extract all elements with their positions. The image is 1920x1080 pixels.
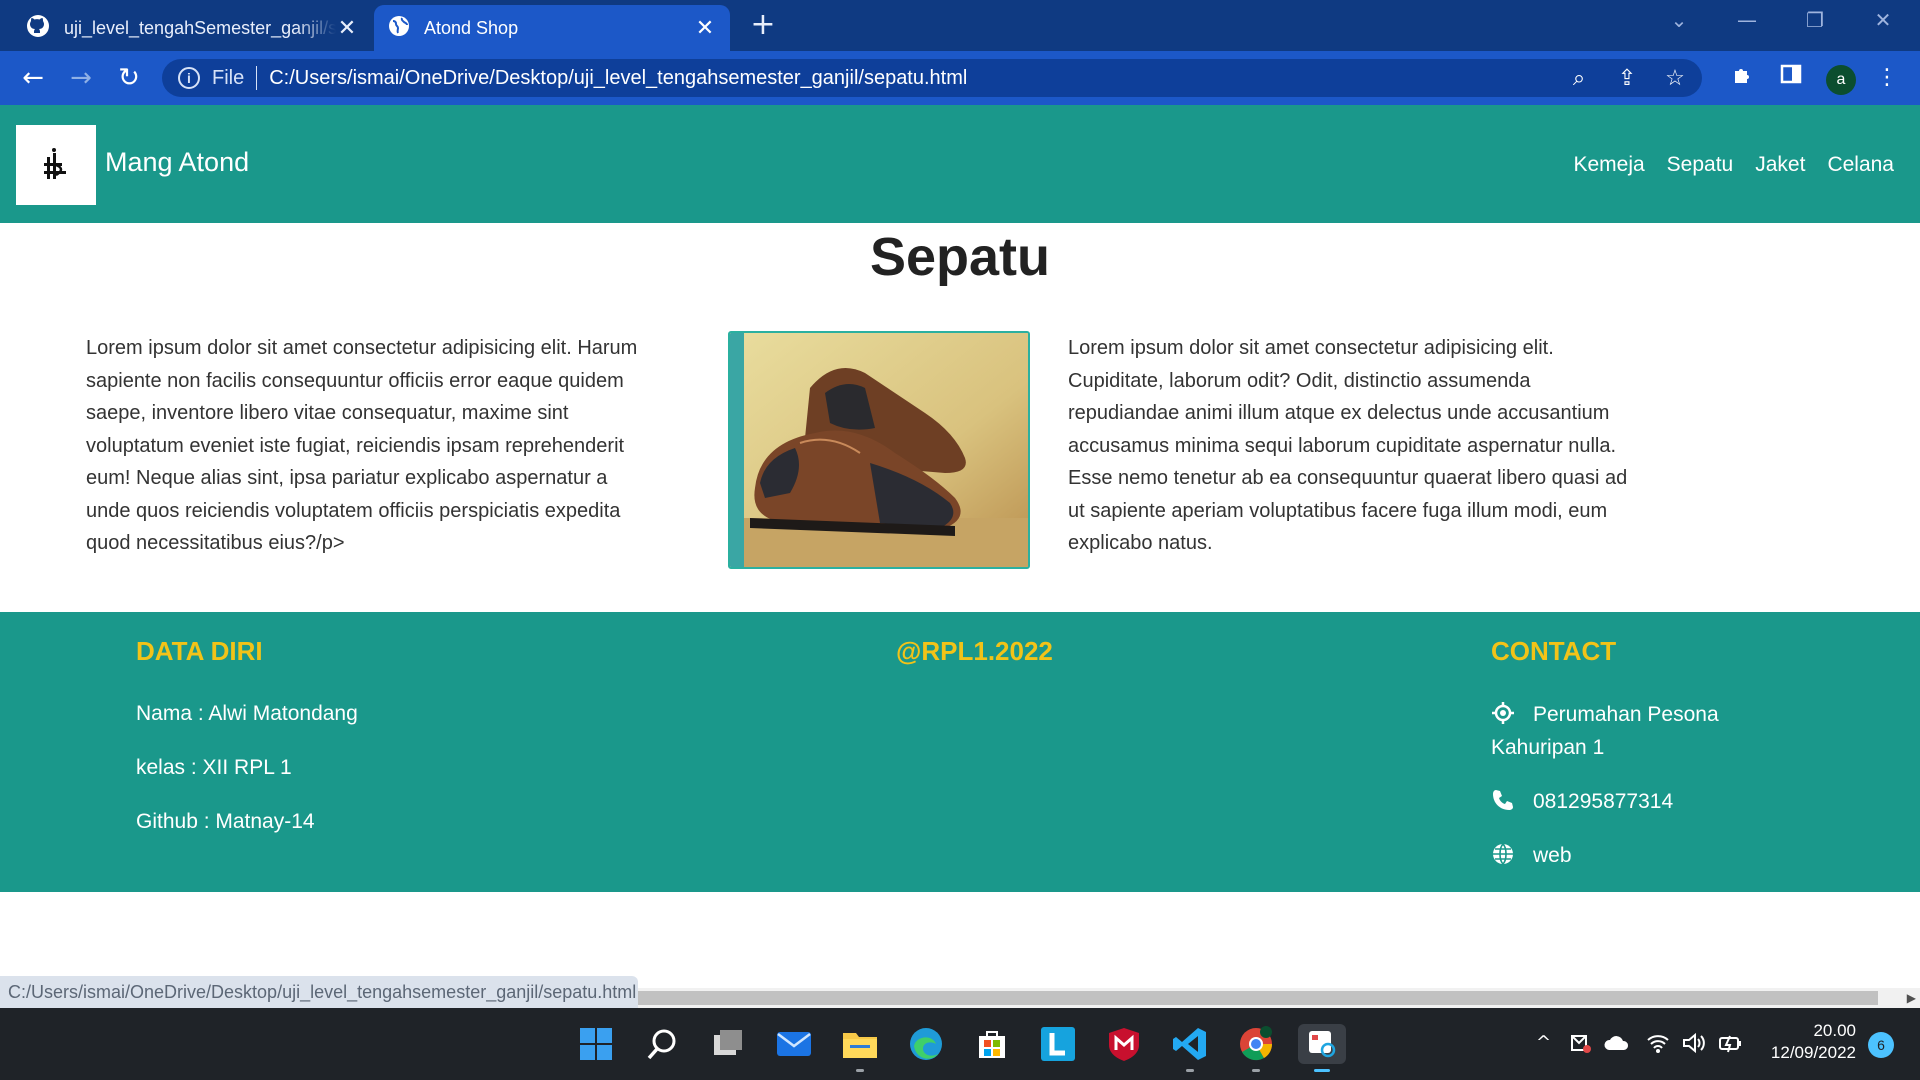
system-clock[interactable]: 20.00 12/09/2022 <box>1771 1020 1856 1064</box>
chrome-icon[interactable] <box>1236 1024 1276 1072</box>
running-indicator <box>1186 1069 1194 1072</box>
site-navbar: Mang Atond Kemeja Sepatu Jaket Celana <box>0 105 1920 223</box>
phone-text: 081295877314 <box>1533 790 1674 813</box>
active-indicator <box>1314 1069 1330 1072</box>
page-title: Sepatu <box>869 227 1051 287</box>
l-app-icon[interactable] <box>1038 1024 1078 1064</box>
snipping-tool-icon[interactable] <box>1298 1024 1346 1072</box>
shoe-product-image <box>728 331 1030 569</box>
vscode-icon[interactable] <box>1170 1024 1210 1072</box>
github-text: Github : Matnay-14 <box>136 810 315 833</box>
data-diri-heading: DATA DIRI <box>136 636 263 666</box>
nama-text: Nama : Alwi Matondang <box>136 702 358 725</box>
clock-date: 12/09/2022 <box>1770 1043 1856 1062</box>
edge-icon[interactable] <box>906 1024 946 1064</box>
search-icon[interactable] <box>642 1024 682 1064</box>
phone-icon <box>1493 790 1513 810</box>
tab-github[interactable]: uji_level_tengahSemester_ganjil/s ✕ <box>12 5 372 51</box>
close-icon[interactable]: ✕ <box>336 15 358 41</box>
clock-time: 20.00 <box>1813 1021 1856 1040</box>
globe-icon <box>388 15 410 42</box>
running-indicator <box>1252 1069 1260 1072</box>
bookmark-star-icon[interactable]: ☆ <box>1662 65 1688 91</box>
nav-link-sepatu[interactable]: Sepatu <box>1667 153 1734 177</box>
notification-badge[interactable]: 6 <box>1868 1032 1894 1058</box>
copyright-heading: @RPL1.2022 <box>896 636 1053 666</box>
running-indicator <box>856 1069 864 1072</box>
github-icon <box>26 14 50 43</box>
close-icon[interactable]: ✕ <box>694 15 716 41</box>
globe-icon <box>1493 843 1513 865</box>
windows-taskbar <box>0 1008 1920 1080</box>
reload-button[interactable]: ↻ <box>114 63 144 93</box>
tab-title: uji_level_tengahSemester_ganjil/s <box>64 17 336 38</box>
brand-name[interactable]: Mang Atond <box>105 147 249 178</box>
mail-notification-icon[interactable] <box>1570 1032 1592 1059</box>
mcafee-icon[interactable] <box>1104 1024 1144 1064</box>
tab-search-icon[interactable]: ⌄ <box>1664 8 1694 32</box>
side-panel-icon[interactable] <box>1776 63 1806 93</box>
address-bar[interactable]: i File C:/Users/ismai/OneDrive/Desktop/u… <box>162 59 1702 97</box>
nav-link-celana[interactable]: Celana <box>1827 153 1894 177</box>
contact-web: web <box>1491 839 1751 872</box>
extensions-icon[interactable] <box>1728 63 1758 93</box>
web-link[interactable]: web <box>1533 844 1572 867</box>
divider <box>256 66 258 90</box>
mail-icon[interactable] <box>774 1024 814 1064</box>
scroll-right-arrow-icon[interactable]: ▶ <box>1907 988 1916 1008</box>
forward-button[interactable]: → <box>66 63 96 93</box>
status-bar-url: C:/Users/ismai/OneDrive/Desktop/uji_leve… <box>0 976 638 1008</box>
nav-link-kemeja[interactable]: Kemeja <box>1573 153 1644 177</box>
profile-avatar[interactable]: a <box>1826 65 1856 95</box>
horizontal-scrollbar[interactable]: ▶ <box>638 988 1920 1008</box>
tray-overflow-chevron-icon[interactable]: ^ <box>1536 1032 1551 1053</box>
new-tab-button[interactable]: + <box>748 10 778 40</box>
scheme-label: File <box>212 66 245 89</box>
share-icon[interactable]: ⇪ <box>1614 65 1640 91</box>
browser-tab-strip: uji_level_tengahSemester_ganjil/s ✕ Aton… <box>0 0 1920 51</box>
tab-atond-shop[interactable]: Atond Shop ✕ <box>374 5 730 51</box>
wifi-icon[interactable] <box>1646 1032 1670 1059</box>
nav-link-jaket[interactable]: Jaket <box>1755 153 1805 177</box>
site-footer: DATA DIRI Nama : Alwi Matondang kelas : … <box>0 612 1920 892</box>
zoom-icon[interactable]: ⌕ <box>1566 65 1592 91</box>
left-description: Lorem ipsum dolor sit amet consectetur a… <box>86 337 638 554</box>
contact-heading: CONTACT <box>1491 636 1617 666</box>
scrollbar-thumb[interactable] <box>638 991 1878 1005</box>
logo-icon <box>44 148 66 179</box>
address-text: Perumahan Pesona Kahuripan 1 <box>1491 703 1719 759</box>
kelas-text: kelas : XII RPL 1 <box>136 756 292 779</box>
location-crosshair-icon <box>1492 702 1514 724</box>
minimize-button[interactable]: — <box>1732 8 1762 32</box>
battery-icon[interactable] <box>1718 1032 1744 1059</box>
site-logo[interactable] <box>16 125 96 205</box>
info-icon[interactable]: i <box>178 67 200 89</box>
restore-button[interactable]: ❐ <box>1800 8 1830 32</box>
close-window-button[interactable]: ✕ <box>1868 8 1898 32</box>
file-explorer-icon[interactable] <box>840 1024 880 1072</box>
tab-title: Atond Shop <box>424 17 519 38</box>
url-text[interactable]: C:/Users/ismai/OneDrive/Desktop/uji_leve… <box>269 67 967 90</box>
main-nav: Kemeja Sepatu Jaket Celana <box>1573 153 1894 177</box>
windows-start-icon[interactable] <box>576 1024 616 1064</box>
right-description: Lorem ipsum dolor sit amet consectetur a… <box>1068 337 1628 554</box>
menu-icon[interactable]: ⋮ <box>1872 63 1902 93</box>
contact-address: Perumahan Pesona Kahuripan 1 <box>1491 698 1751 764</box>
volume-icon[interactable] <box>1682 1032 1706 1059</box>
browser-toolbar: ← → ↻ i File C:/Users/ismai/OneDrive/Des… <box>0 51 1920 105</box>
back-button[interactable]: ← <box>18 63 48 93</box>
onedrive-icon[interactable] <box>1604 1032 1630 1059</box>
task-view-icon[interactable] <box>708 1024 748 1064</box>
contact-phone: 081295877314 <box>1491 785 1751 818</box>
microsoft-store-icon[interactable] <box>972 1024 1012 1064</box>
